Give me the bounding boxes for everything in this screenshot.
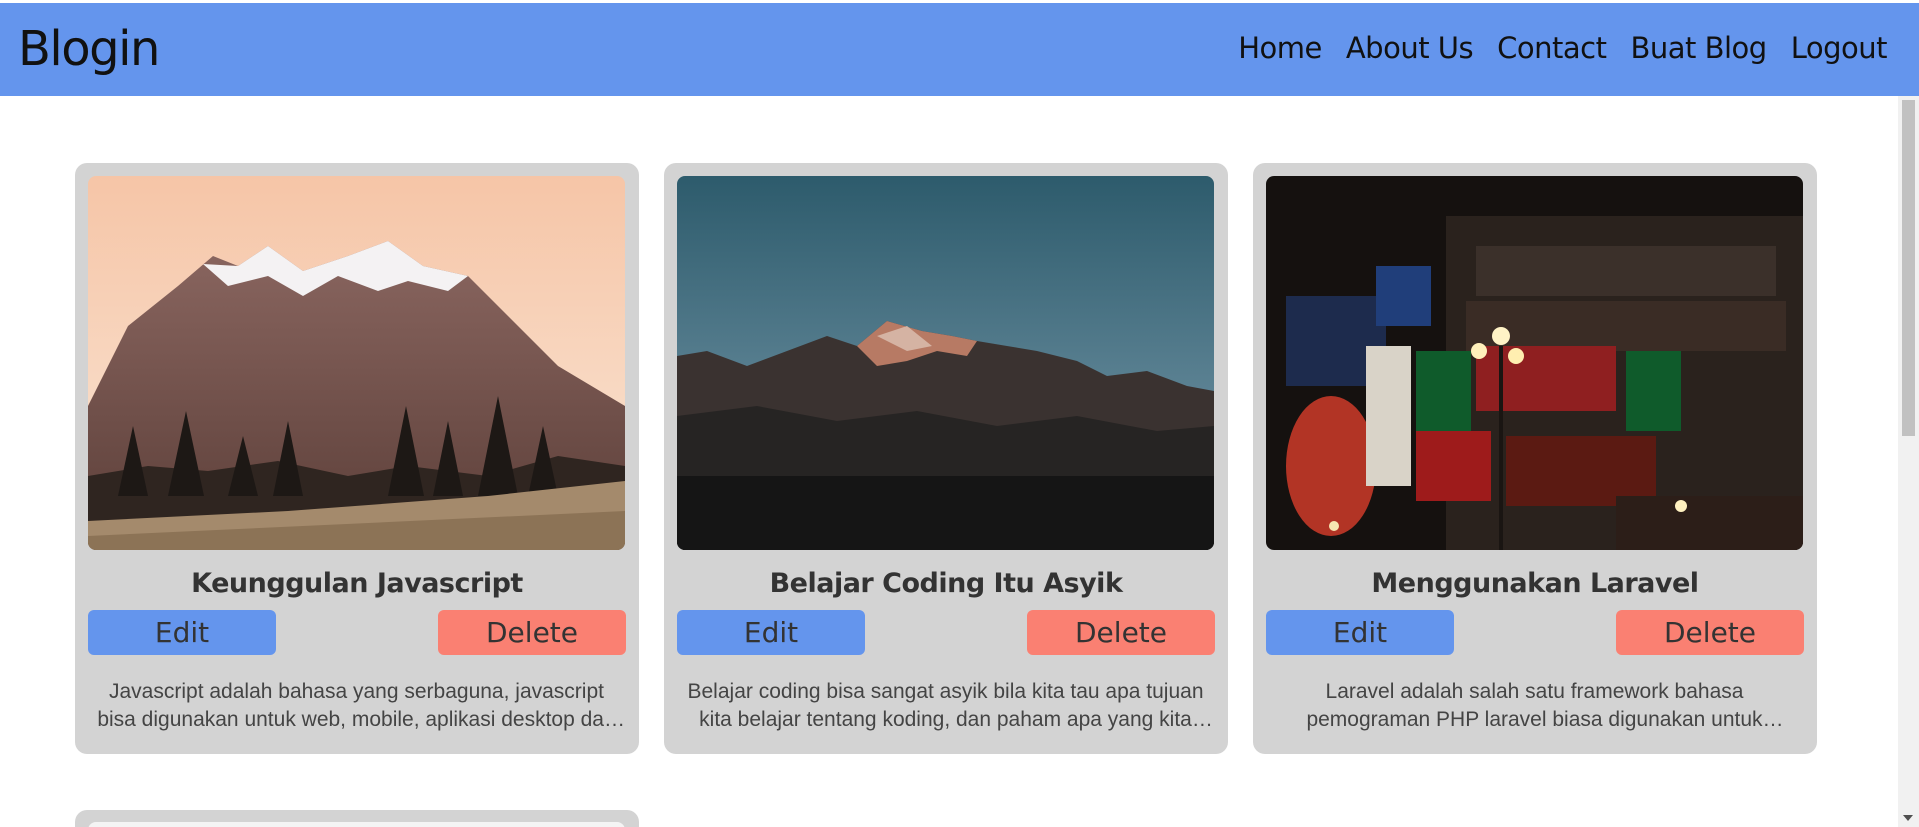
- post-title[interactable]: Menggunakan Laravel: [1253, 568, 1817, 599]
- post-description: Laravel adalah salah satu framework baha…: [1306, 680, 1763, 731]
- post-image-partial: [88, 822, 625, 827]
- edit-button[interactable]: Edit: [677, 610, 865, 655]
- post-title[interactable]: Belajar Coding Itu Asyik: [664, 568, 1228, 599]
- post-title[interactable]: Keunggulan Javascript: [75, 568, 639, 599]
- post-image-mountain-sunset: [88, 176, 625, 550]
- edit-button[interactable]: Edit: [1266, 610, 1454, 655]
- post-description: Belajar coding bisa sangat asyik bila ki…: [687, 680, 1204, 731]
- navbar: Blogin Home About Us Contact Buat Blog L…: [0, 3, 1919, 96]
- post-image-city-billboards: [1266, 176, 1803, 550]
- delete-button[interactable]: Delete: [1616, 610, 1804, 655]
- post-card-partial: [75, 810, 639, 827]
- post-card: Menggunakan Laravel Edit Delete Laravel …: [1253, 163, 1817, 754]
- post-card: Keunggulan Javascript Edit Delete Javasc…: [75, 163, 639, 754]
- nav-home-link[interactable]: Home: [1238, 31, 1322, 65]
- scroll-down-arrow-icon[interactable]: [1903, 815, 1913, 821]
- scrollbar-thumb[interactable]: [1902, 100, 1915, 436]
- edit-button[interactable]: Edit: [88, 610, 276, 655]
- post-description: Javascript adalah bahasa yang serbaguna,…: [97, 680, 616, 731]
- nav-contact-link[interactable]: Contact: [1497, 31, 1607, 65]
- delete-button[interactable]: Delete: [1027, 610, 1215, 655]
- vertical-scrollbar[interactable]: [1898, 96, 1919, 827]
- post-card: Belajar Coding Itu Asyik Edit Delete Bel…: [664, 163, 1228, 754]
- nav-logout-link[interactable]: Logout: [1791, 31, 1888, 65]
- nav-create-blog-link[interactable]: Buat Blog: [1630, 31, 1767, 65]
- post-image-mountain-dusk: [677, 176, 1214, 550]
- nav-links: Home About Us Contact Buat Blog Logout: [1238, 31, 1887, 65]
- nav-about-link[interactable]: About Us: [1346, 31, 1474, 65]
- brand-logo[interactable]: Blogin: [18, 21, 160, 77]
- delete-button[interactable]: Delete: [438, 610, 626, 655]
